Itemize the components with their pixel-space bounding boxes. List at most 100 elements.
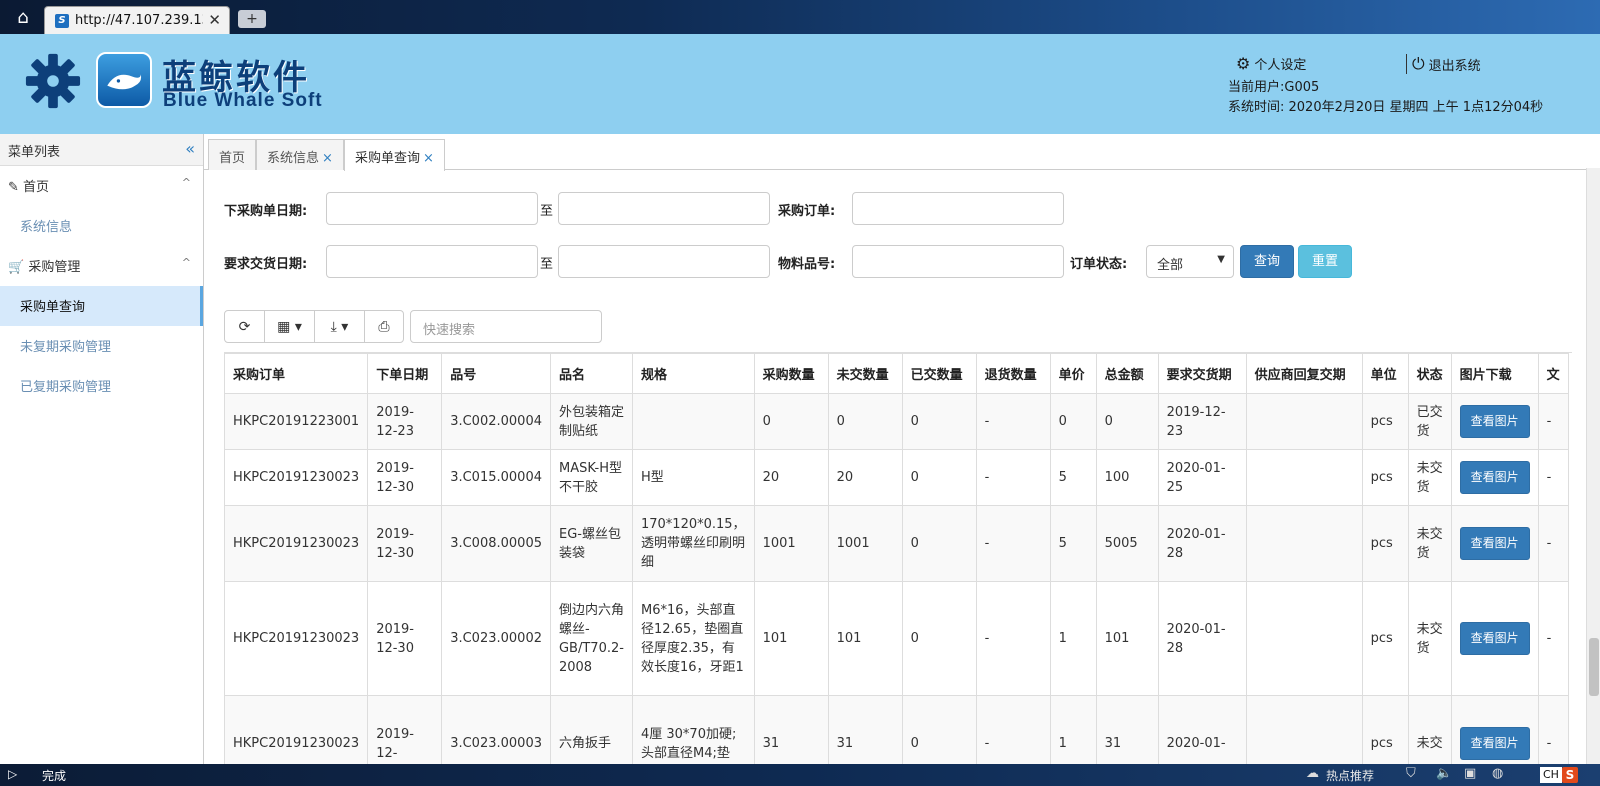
page-scrollbar[interactable]: [1586, 168, 1600, 764]
header-divider: [1406, 54, 1407, 74]
logout-link[interactable]: ⏻ 退出系统: [1412, 54, 1481, 74]
col-header[interactable]: 已交数量: [901, 353, 977, 394]
col-header[interactable]: 品名: [549, 353, 633, 394]
reset-button[interactable]: 重置: [1298, 245, 1352, 278]
volume-icon[interactable]: 🔈: [1436, 766, 1452, 781]
sidebar-item-unreplied[interactable]: 未复期采购管理: [0, 326, 203, 366]
sidebar-group-purchase[interactable]: 🛒 采购管理 ^: [0, 246, 203, 286]
cell-reply: [1245, 695, 1363, 764]
cell-po: HKPC20191230023: [224, 449, 369, 506]
table-row[interactable]: HKPC20191230023 2019-12-30 3.C008.00005 …: [224, 505, 1569, 582]
sidebar-group-home[interactable]: ✎ 首页 ^: [0, 166, 203, 206]
new-tab-button[interactable]: +: [238, 10, 266, 28]
power-icon: ⏻: [1412, 54, 1425, 73]
cell-unit: pcs: [1361, 449, 1409, 506]
cell-name: 六角扳手: [549, 695, 633, 764]
delivery-date-from-input[interactable]: [326, 245, 538, 278]
grid-icon: ▦ ▾: [277, 318, 302, 335]
print-button[interactable]: ⎙: [365, 311, 403, 342]
col-header[interactable]: 状态: [1407, 353, 1452, 394]
collapse-icon[interactable]: «: [185, 139, 195, 158]
cell-po: HKPC20191230023: [224, 581, 369, 696]
ime-indicator[interactable]: CH: [1540, 767, 1562, 783]
hot-recommend-link[interactable]: 热点推荐: [1326, 767, 1374, 784]
status-select[interactable]: 全部 ▼: [1146, 245, 1234, 278]
cell-status: 未交: [1407, 695, 1452, 764]
col-header[interactable]: 单位: [1361, 353, 1409, 394]
columns-button[interactable]: ▦ ▾: [265, 311, 315, 342]
table-row[interactable]: HKPC20191230023 2019-12-30 3.C015.00004 …: [224, 449, 1569, 506]
col-header[interactable]: 采购订单: [224, 353, 369, 394]
view-image-button[interactable]: 查看图片: [1459, 405, 1530, 438]
material-input[interactable]: [852, 245, 1064, 278]
cell-delivered: 0: [901, 449, 977, 506]
col-header[interactable]: 总金额: [1095, 353, 1159, 394]
view-image-button[interactable]: 查看图片: [1459, 527, 1530, 560]
delivery-date-to-input[interactable]: [558, 245, 770, 278]
col-header[interactable]: 品号: [441, 353, 551, 394]
col-header[interactable]: 文: [1537, 353, 1569, 394]
chevron-up-icon: ^: [181, 256, 191, 269]
cell-name: 外包装箱定制贴纸: [549, 393, 633, 450]
order-date-from-input[interactable]: [326, 192, 538, 225]
view-image-button[interactable]: 查看图片: [1459, 622, 1530, 655]
cell-image: 查看图片: [1450, 581, 1539, 696]
col-header[interactable]: 退货数量: [975, 353, 1051, 394]
col-header[interactable]: 图片下载: [1450, 353, 1539, 394]
col-header[interactable]: 单价: [1049, 353, 1097, 394]
refresh-button[interactable]: ⟳: [225, 311, 265, 342]
cell-reply: [1245, 505, 1363, 582]
personal-settings-link[interactable]: ⚙ 个人设定: [1236, 54, 1306, 73]
sidebar-item-po-query[interactable]: 采购单查询: [0, 286, 203, 326]
query-button[interactable]: 查询: [1240, 245, 1294, 278]
cell-due: 2020-01-28: [1157, 581, 1247, 696]
sidebar: 菜单列表 « ✎ 首页 ^ 系统信息 🛒 采购管理 ^ 采购单查询 未复期采购管…: [0, 134, 204, 764]
col-header[interactable]: 下单日期: [367, 353, 443, 394]
table-row[interactable]: HKPC20191230023 2019-12- 3.C023.00003 六角…: [224, 695, 1569, 764]
sidebar-item-system-info[interactable]: 系统信息: [0, 206, 203, 246]
cell-qty: 0: [753, 393, 829, 450]
close-icon[interactable]: ×: [322, 151, 333, 166]
browser-tab[interactable]: S http://47.107.239.135:8 ✕: [44, 6, 230, 34]
tab-home[interactable]: 首页: [208, 139, 257, 170]
main-content: 首页 系统信息 × 采购单查询 × 下采购单日期: 至 采购订单: 要求交货日期: …: [204, 134, 1600, 764]
play-icon[interactable]: ▷: [8, 767, 17, 781]
view-image-button[interactable]: 查看图片: [1459, 461, 1530, 494]
cell-part: 3.C002.00004: [441, 393, 551, 450]
close-icon[interactable]: ×: [423, 151, 434, 166]
cell-date: 2019-12-30: [367, 581, 443, 696]
po-input[interactable]: [852, 192, 1064, 225]
col-header[interactable]: 供应商回复交期: [1245, 353, 1363, 394]
col-header[interactable]: 规格: [631, 353, 755, 394]
sidebar-title: 菜单列表: [8, 145, 61, 160]
tab-po-query[interactable]: 采购单查询 ×: [344, 139, 445, 171]
col-header[interactable]: 要求交货期: [1157, 353, 1247, 394]
cell-price: 5: [1049, 449, 1097, 506]
cell-price: 1: [1049, 695, 1097, 764]
print-icon: ⎙: [378, 318, 390, 335]
col-header[interactable]: 采购数量: [753, 353, 829, 394]
cell-status: 未交货: [1407, 581, 1452, 696]
export-button[interactable]: ⤓ ▾: [315, 311, 365, 342]
shield-icon[interactable]: ⛉: [1406, 766, 1416, 781]
cell-po: HKPC20191230023: [224, 505, 369, 582]
view-image-button[interactable]: 查看图片: [1459, 727, 1530, 760]
quick-search-input[interactable]: 快速搜索: [410, 310, 602, 343]
sidebar-item-replied[interactable]: 已复期采购管理: [0, 366, 203, 406]
cell-total: 31: [1095, 695, 1159, 764]
table-row[interactable]: HKPC20191230023 2019-12-30 3.C023.00002 …: [224, 581, 1569, 696]
home-icon[interactable]: ⌂: [10, 6, 36, 30]
close-icon[interactable]: ✕: [208, 11, 221, 29]
ime-s-icon[interactable]: S: [1562, 767, 1578, 783]
tab-system-info[interactable]: 系统信息 ×: [256, 139, 344, 170]
cell-status: 未交货: [1407, 505, 1452, 582]
table-row[interactable]: HKPC20191223001 2019-12-23 3.C002.00004 …: [224, 393, 1569, 450]
cart-icon: 🛒: [8, 260, 25, 275]
order-date-to-input[interactable]: [558, 192, 770, 225]
scrollbar-thumb[interactable]: [1589, 638, 1599, 696]
lock-icon[interactable]: ▣: [1464, 766, 1476, 781]
security-icon[interactable]: ◍: [1492, 766, 1503, 781]
col-header[interactable]: 未交数量: [827, 353, 903, 394]
status-text: 完成: [42, 769, 67, 783]
cell-reply: [1245, 449, 1363, 506]
